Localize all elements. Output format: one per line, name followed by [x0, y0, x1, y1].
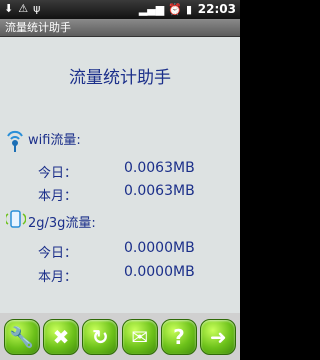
settings-button[interactable]: 🔧	[3, 318, 40, 355]
notification-icons: ⬇ ⚠ ψ	[4, 2, 40, 15]
wifi-section-label: wifi流量:	[28, 133, 81, 148]
warning-icon: ⚠	[18, 2, 29, 15]
forward-arrow-icon: ➜	[209, 324, 227, 349]
mobile-section-label: 2g/3g流量:	[28, 216, 96, 231]
signal-icon: ▂▄▆	[138, 3, 165, 16]
phone-icon	[6, 210, 26, 228]
wifi-icon	[7, 130, 23, 152]
wifi-today-label: 今日：	[38, 166, 78, 181]
usb-icon: ψ	[33, 2, 41, 15]
download-icon: ⬇	[4, 2, 14, 15]
refresh-button[interactable]: ↻	[82, 318, 119, 355]
wifi-today-value: 0.0063MB	[124, 160, 195, 176]
wifi-month-label: 本月：	[38, 189, 78, 204]
wrench-icon: 🔧	[9, 324, 35, 349]
close-button[interactable]: ✖	[42, 318, 79, 355]
mobile-today-value: 0.0000MB	[124, 240, 195, 256]
toolbar: 🔧 ✖ ↻ ✉ ? ➜	[0, 313, 240, 360]
alarm-icon: ⏰	[168, 3, 182, 16]
app-heading: 流量统计助手	[69, 68, 171, 88]
battery-icon: ▮	[185, 3, 192, 16]
system-icons: ▂▄▆ ⏰ ▮	[139, 3, 192, 16]
help-icon: ?	[173, 324, 185, 349]
mobile-month-label: 本月：	[38, 270, 78, 285]
status-bar: ⬇ ⚠ ψ ▂▄▆ ⏰ ▮ 22:03	[0, 0, 240, 19]
main-content: 流量统计助手 wifi流量: 今日： 0.0063MB 本月： 0.0063MB…	[0, 37, 240, 313]
clock: 22:03	[197, 2, 236, 16]
mail-button[interactable]: ✉	[121, 318, 158, 355]
refresh-icon: ↻	[91, 324, 109, 349]
window-title: 流量统计助手	[0, 19, 240, 37]
mobile-month-value: 0.0000MB	[124, 264, 195, 280]
mail-icon: ✉	[131, 324, 149, 349]
wifi-month-value: 0.0063MB	[124, 183, 195, 199]
help-button[interactable]: ?	[160, 318, 197, 355]
forward-button[interactable]: ➜	[200, 318, 237, 355]
close-icon: ✖	[52, 324, 70, 349]
mobile-today-label: 今日：	[38, 246, 78, 261]
